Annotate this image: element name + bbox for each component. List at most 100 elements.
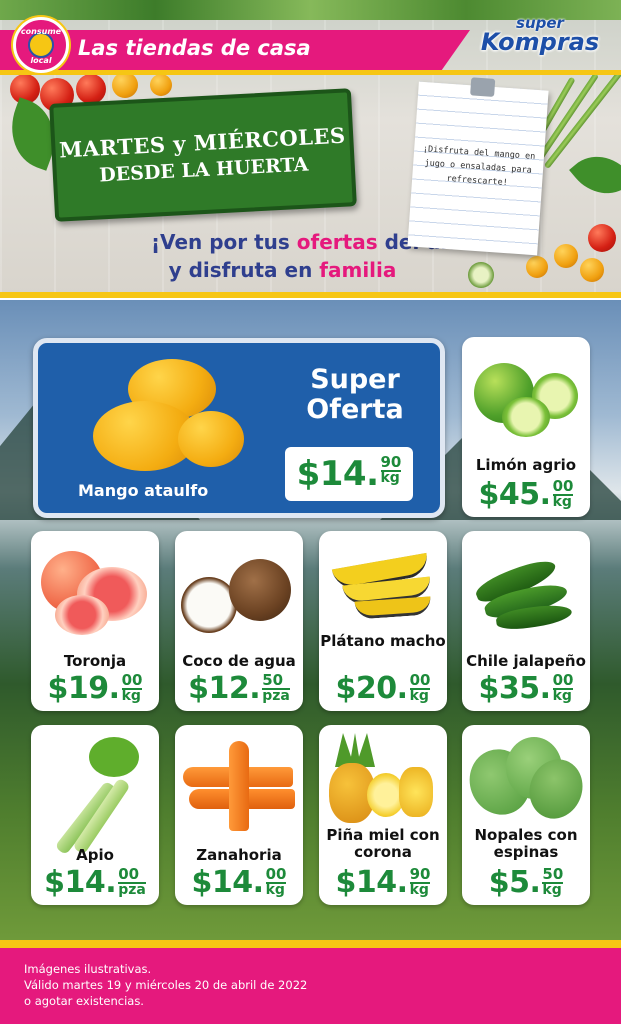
coconut-image: [229, 559, 291, 621]
price-amount: $14.: [44, 865, 117, 900]
product-card-toronja[interactable]: Toronja $19. 00 kg: [31, 531, 159, 711]
product-name: Toronja: [63, 652, 127, 670]
lime-half-image: [502, 397, 550, 437]
price-cents: 90: [409, 865, 431, 883]
disclaimer-line-3: o agotar existencias.: [24, 994, 144, 1008]
mango-image: [178, 411, 244, 467]
price-cents: 00: [409, 671, 431, 689]
paperclip-icon: [470, 77, 496, 97]
tomato-image: [76, 74, 106, 104]
price-unit: pza: [118, 882, 146, 898]
price-cents-unit: 50 pza: [262, 673, 290, 703]
product-price: $5. 50 kg: [462, 867, 590, 899]
grapefruit-half-image: [55, 595, 109, 635]
product-card-apio[interactable]: Apio $14. 00 pza: [31, 725, 159, 905]
logo-text-top: consume: [20, 27, 62, 36]
offer-title: Super Oferta: [300, 365, 410, 425]
price-cents-unit: 00 kg: [552, 671, 574, 704]
price-unit: kg: [121, 688, 143, 704]
product-price: $14. 00 pza: [31, 867, 159, 899]
tagline: Las tiendas de casa: [78, 36, 311, 60]
price-unit: kg: [552, 494, 574, 510]
price-cents: 00: [121, 671, 143, 689]
product-price: $20. 00 kg: [319, 673, 447, 705]
product-card-coco[interactable]: Coco de agua $12. 50 pza: [175, 531, 303, 711]
price-cents: 50: [262, 671, 284, 689]
price-unit: kg: [409, 882, 431, 898]
disclaimer-line-1: Imágenes ilustrativas.: [24, 962, 152, 976]
product-name: Apio: [76, 846, 114, 864]
price-cents: 90: [380, 453, 402, 471]
product-card-zanahoria[interactable]: Zanahoria $14. 00 kg: [175, 725, 303, 905]
price-amount: $14.: [191, 865, 265, 900]
consume-local-logo: consume local: [13, 17, 69, 73]
yellow-stripe: [0, 940, 621, 948]
product-price: $35. 00 kg: [462, 673, 590, 705]
headline-text: y disfruta en: [168, 258, 320, 282]
price-cents-unit: 00 pza: [118, 867, 146, 897]
price-cents: 00: [552, 477, 574, 495]
headline-emphasis: ofertas: [296, 230, 378, 254]
price-unit: kg: [552, 688, 574, 704]
logo-text-bottom: local: [30, 56, 52, 65]
price-amount: $45.: [478, 477, 552, 512]
product-card-limon[interactable]: Limón agrio $45. 00 kg: [462, 337, 590, 517]
price-cents-unit: 00 kg: [552, 477, 574, 510]
product-price: $12. 50 pza: [175, 673, 303, 705]
celery-image: [49, 737, 145, 856]
price-cents-unit: 00 kg: [409, 671, 431, 704]
product-name: Coco de agua: [182, 652, 296, 670]
price-amount: $20.: [335, 671, 409, 706]
product-name: Piña miel con corona: [326, 826, 440, 861]
price-cents: 00: [118, 865, 140, 883]
offer-price: $14. 90 kg: [285, 455, 413, 493]
product-price: $14. 00 kg: [175, 867, 303, 899]
nopal-image: [460, 737, 591, 827]
price-amount: $12.: [188, 671, 261, 706]
footer: Imágenes ilustrativas. Válido martes 19 …: [0, 940, 621, 1024]
offer-title-line-1: Super: [310, 364, 400, 395]
disclaimer-line-2: Válido martes 19 y miércoles 20 de abril…: [24, 978, 308, 992]
yellow-divider: [0, 292, 621, 298]
price-cents-unit: 00 kg: [265, 865, 287, 898]
product-card-platano[interactable]: Plátano macho $20. 00 kg: [319, 531, 447, 711]
product-card-nopales[interactable]: Nopales con espinas $5. 50 kg: [460, 725, 591, 905]
price-amount: $5.: [488, 865, 541, 900]
price-cents: 00: [552, 671, 574, 689]
price-unit: kg: [380, 470, 402, 486]
price-unit: kg: [542, 882, 564, 898]
product-price: $19. 00 kg: [31, 673, 159, 705]
headline-line-2: y disfruta en familia: [0, 258, 593, 282]
price-unit: kg: [265, 882, 287, 898]
yellow-tomato-image: [112, 72, 138, 98]
yellow-tomato-image: [150, 74, 172, 96]
product-price: $45. 00 kg: [462, 479, 590, 511]
price-amount: $35.: [478, 671, 552, 706]
price-cents-unit: 90 kg: [409, 865, 431, 898]
offer-price-box: $14. 90 kg: [285, 447, 413, 501]
jalapeno-image: [472, 554, 578, 633]
price-cents: 50: [542, 865, 564, 883]
product-name: Limón agrio: [475, 456, 577, 474]
product-name: Chile jalapeño: [466, 652, 586, 670]
notepad: ¡Disfruta del mango en jugo o ensaladas …: [407, 77, 549, 256]
price-unit: pza: [262, 688, 290, 704]
product-price: $14. 90 kg: [319, 867, 447, 899]
price-cents: 00: [265, 865, 287, 883]
headline-text: ¡Ven por tus: [150, 230, 297, 254]
promo-sign: MARTES y MIÉRCOLES DESDE LA HUERTA: [49, 88, 357, 222]
offer-product-name: Mango ataulfo: [78, 481, 209, 500]
super-offer-card[interactable]: Mango ataulfo Super Oferta $14. 90 kg: [33, 338, 445, 518]
headline-emphasis: familia: [319, 258, 397, 282]
product-name: Nopales con espinas: [474, 826, 578, 861]
product-card-pina[interactable]: Piña miel con corona $14. 90 kg: [319, 725, 447, 905]
brand-kompras: Kompras: [480, 28, 600, 56]
offer-title-line-2: Oferta: [306, 394, 404, 425]
price-unit: kg: [409, 688, 431, 704]
price-cents-unit: 90 kg: [380, 453, 402, 486]
price-cents-unit: 00 kg: [121, 671, 143, 704]
product-name: Plátano macho: [320, 632, 446, 650]
yellow-stripe: [0, 70, 621, 75]
product-card-jalapeno[interactable]: Chile jalapeño $35. 00 kg: [462, 531, 590, 711]
price-cents-unit: 50 kg: [542, 865, 564, 898]
